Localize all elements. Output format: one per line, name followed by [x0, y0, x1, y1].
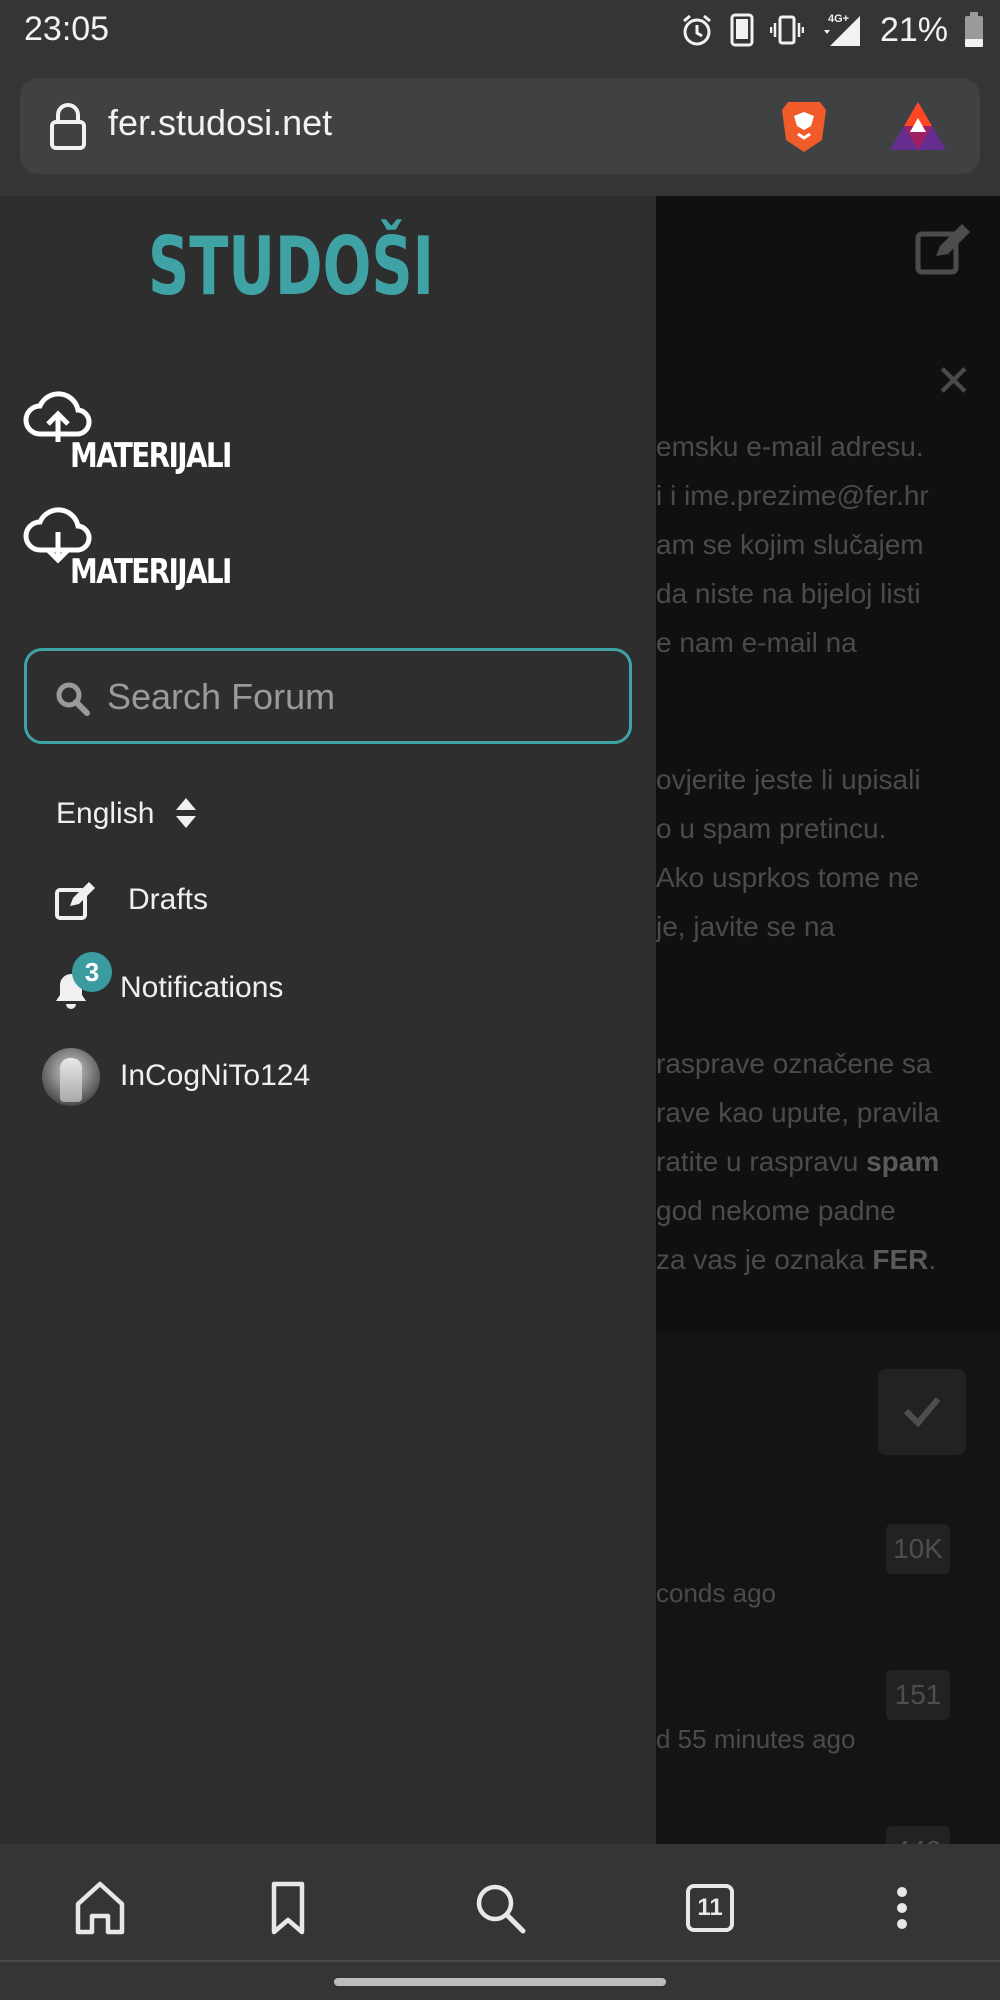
notice-line: am se kojim slučajem — [656, 529, 924, 560]
dismiss-check-button — [878, 1369, 966, 1455]
battery-percent: 21% — [879, 10, 948, 49]
home-button[interactable] — [70, 1878, 130, 1938]
notice-line: za vas je oznaka FER. — [656, 1244, 937, 1275]
drafts-label: Drafts — [128, 883, 209, 916]
browser-bottom-nav: 11 — [0, 1844, 1000, 2000]
notice-line: ratite u raspravu spam — [656, 1146, 940, 1177]
notice-line: e nam e-mail na — [656, 627, 857, 658]
more-icon — [897, 1887, 907, 1929]
browser-toolbar: fer.studosi.net — [0, 60, 1000, 196]
status-time: 23:05 — [24, 10, 110, 48]
close-icon: ✕ — [935, 357, 972, 406]
battery-icon — [964, 12, 984, 48]
download-materials-label: MATERIJALI — [70, 552, 232, 592]
brave-shield-icon[interactable] — [778, 98, 830, 159]
topic-activity-time: conds ago — [656, 1578, 776, 1608]
notice-line: Ako usprkos tome ne — [656, 862, 920, 893]
upload-materials-link[interactable]: MATERIJALI — [22, 386, 322, 486]
search-icon — [476, 1884, 526, 1934]
phone-icon — [730, 13, 754, 47]
avatar — [42, 1048, 100, 1106]
bookmarks-button[interactable] — [258, 1878, 318, 1938]
upload-materials-label: MATERIJALI — [70, 436, 232, 476]
background-notice: ✕ emsku e-mail adresu. i i ime.prezime@f… — [656, 196, 1000, 1331]
language-label: English — [56, 797, 155, 830]
notifications-label: Notifications — [120, 971, 284, 1004]
alarm-icon — [680, 13, 714, 47]
search-forum-box[interactable] — [24, 648, 632, 744]
signal-icon: 4G+ — [820, 12, 864, 48]
status-icons: 4G+ 21% — [680, 8, 984, 52]
side-drawer: STUDOŠI MATERIJALI MATERIJALI English — [0, 196, 656, 1844]
home-icon — [75, 1881, 125, 1935]
sort-arrows-icon — [176, 798, 196, 828]
drafts-link[interactable]: Drafts — [0, 870, 656, 930]
compose-icon — [55, 882, 95, 920]
more-menu-button[interactable] — [872, 1878, 932, 1938]
notice-line: je, javite se na — [656, 911, 835, 942]
notice-line: emsku e-mail adresu. — [656, 431, 924, 462]
bat-rewards-icon[interactable] — [888, 100, 948, 157]
notice-line: rasprave označene sa — [656, 1048, 932, 1079]
vibrate-icon — [769, 13, 804, 47]
user-profile-link[interactable]: InCogNiTo124 — [0, 1046, 656, 1106]
notice-line: ovjerite jeste li upisali — [656, 764, 921, 795]
gesture-home-indicator[interactable] — [334, 1978, 666, 1986]
search-input[interactable] — [107, 669, 607, 725]
notifications-link[interactable]: 3 Notifications — [0, 952, 656, 1018]
address-bar[interactable]: fer.studosi.net — [20, 78, 980, 174]
tabs-button[interactable]: 11 — [680, 1878, 740, 1938]
notice-line: god nekome padne — [656, 1195, 896, 1226]
notification-count-badge: 3 — [72, 952, 112, 992]
bookmark-icon — [271, 1881, 305, 1935]
tabs-icon: 11 — [686, 1884, 734, 1932]
notice-line: da niste na bijeloj listi — [656, 578, 921, 609]
search-icon — [56, 682, 90, 716]
notice-line: o u spam pretincu. — [656, 813, 887, 844]
search-button[interactable] — [470, 1878, 530, 1938]
studosi-logo[interactable]: STUDOŠI — [146, 216, 436, 312]
username: InCogNiTo124 — [120, 1059, 311, 1092]
background-page-overlay[interactable]: ✕ emsku e-mail adresu. i i ime.prezime@f… — [656, 196, 1000, 1844]
url-text[interactable]: fer.studosi.net — [108, 102, 332, 144]
nav-divider — [0, 1960, 1000, 1962]
compose-icon — [914, 224, 974, 281]
lock-icon — [48, 102, 88, 155]
notice-line: i i ime.prezime@fer.hr — [656, 480, 929, 511]
topic-post-count: 151 — [886, 1670, 950, 1720]
notice-line: rave kao upute, pravila — [656, 1097, 940, 1128]
svg-text:STUDOŠI: STUDOŠI — [148, 219, 434, 312]
topic-activity-time: d 55 minutes ago — [656, 1724, 856, 1754]
topic-post-count: 442 — [886, 1826, 950, 1844]
download-materials-link[interactable]: MATERIJALI — [22, 502, 322, 602]
topic-post-count: 10K — [886, 1524, 950, 1574]
svg-text:4G+: 4G+ — [828, 13, 849, 25]
status-bar: 23:05 4G+ 21% — [0, 0, 1000, 60]
language-selector[interactable]: English — [0, 784, 656, 844]
